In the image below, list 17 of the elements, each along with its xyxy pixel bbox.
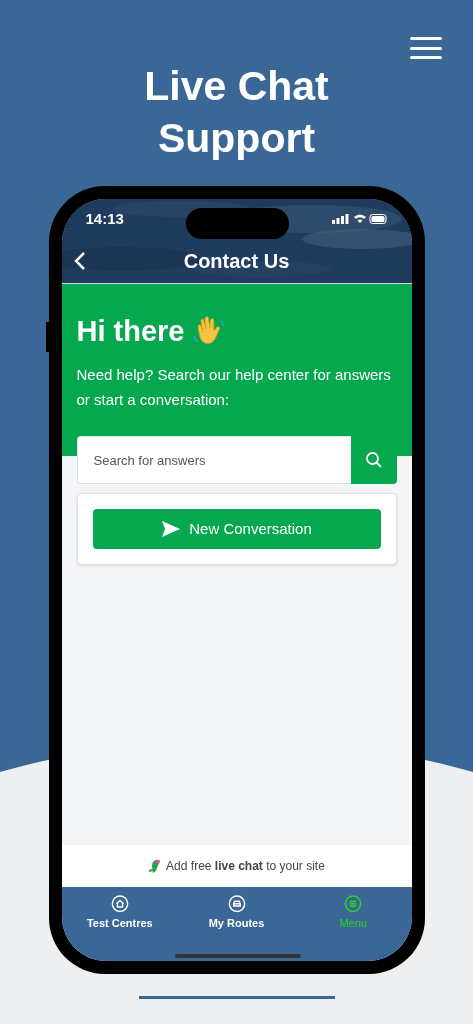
tab-item[interactable]: My Routes	[178, 895, 295, 931]
tab-item[interactable]: Menu	[294, 895, 412, 931]
footer-text: Add free live chat to your site	[166, 858, 325, 875]
menu-icon[interactable]	[410, 37, 442, 59]
search-icon	[364, 451, 383, 469]
parrot-icon	[148, 858, 163, 874]
new-conversation-button[interactable]: New Conversation	[92, 509, 381, 549]
screen-title: Contact Us	[183, 249, 290, 274]
waving-hand-icon	[192, 315, 227, 347]
greeting-title: Hi there	[76, 314, 185, 348]
send-icon	[161, 520, 182, 538]
greeting-message: Need help? Search our help center for answers or start a conversation:	[76, 365, 392, 410]
tab-item[interactable]: Test Centres	[61, 895, 179, 931]
search-field[interactable]: Search for answers	[76, 436, 351, 484]
status-time: 14:13	[85, 208, 124, 229]
headline: Live Chat Support	[143, 62, 330, 163]
status-icons	[331, 213, 388, 225]
